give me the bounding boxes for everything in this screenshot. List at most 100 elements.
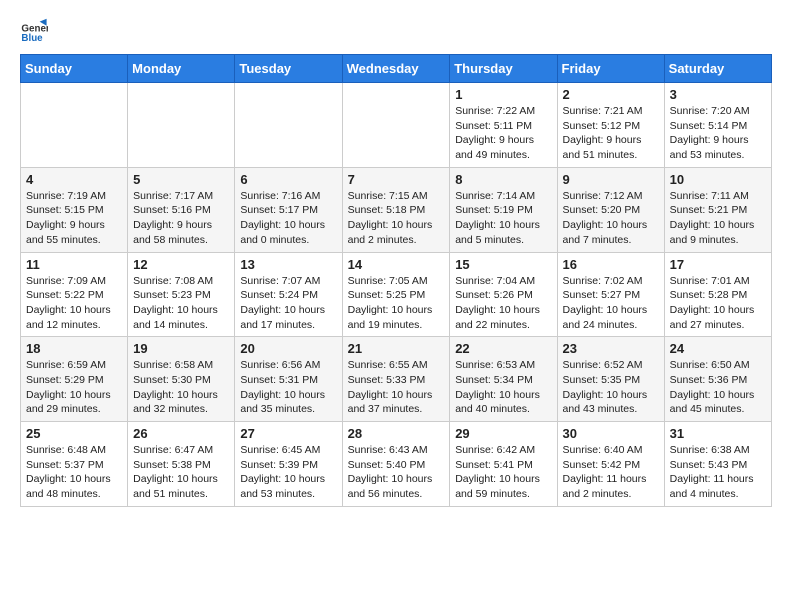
day-info: Sunrise: 6:56 AM Sunset: 5:31 PM Dayligh… (240, 358, 336, 417)
calendar-cell: 15 Sunrise: 7:04 AM Sunset: 5:26 PM Dayli… (450, 252, 557, 337)
day-info: Sunrise: 7:20 AM Sunset: 5:14 PM Dayligh… (670, 104, 766, 163)
calendar-cell: 10 Sunrise: 7:11 AM Sunset: 5:21 PM Dayli… (664, 167, 771, 252)
day-info: Sunrise: 6:48 AM Sunset: 5:37 PM Dayligh… (26, 443, 122, 502)
day-number: 27 (240, 426, 336, 441)
calendar-cell (128, 83, 235, 168)
day-info: Sunrise: 7:11 AM Sunset: 5:21 PM Dayligh… (670, 189, 766, 248)
day-info: Sunrise: 7:08 AM Sunset: 5:23 PM Dayligh… (133, 274, 229, 333)
day-number: 9 (563, 172, 659, 187)
calendar-cell: 24 Sunrise: 6:50 AM Sunset: 5:36 PM Dayli… (664, 337, 771, 422)
header-day-wednesday: Wednesday (342, 55, 450, 83)
day-number: 8 (455, 172, 551, 187)
logo-icon: General Blue (20, 16, 48, 44)
day-number: 24 (670, 341, 766, 356)
calendar-cell: 19Sunrise: 6:58 AM Sunset: 5:30 PM Dayli… (128, 337, 235, 422)
calendar-cell: 20 Sunrise: 6:56 AM Sunset: 5:31 PM Dayli… (235, 337, 342, 422)
calendar-cell (235, 83, 342, 168)
logo: General Blue (20, 16, 48, 44)
calendar-cell: 7 Sunrise: 7:15 AM Sunset: 5:18 PM Daylig… (342, 167, 450, 252)
day-info: Sunrise: 6:43 AM Sunset: 5:40 PM Dayligh… (348, 443, 445, 502)
day-info: Sunrise: 7:21 AM Sunset: 5:12 PM Dayligh… (563, 104, 659, 163)
calendar-cell: 25 Sunrise: 6:48 AM Sunset: 5:37 PM Dayli… (21, 422, 128, 507)
day-info: Sunrise: 7:05 AM Sunset: 5:25 PM Dayligh… (348, 274, 445, 333)
day-number: 12 (133, 257, 229, 272)
calendar-cell: 11Sunrise: 7:09 AM Sunset: 5:22 PM Dayli… (21, 252, 128, 337)
calendar-week-3: 11Sunrise: 7:09 AM Sunset: 5:22 PM Dayli… (21, 252, 772, 337)
calendar-week-4: 18 Sunrise: 6:59 AM Sunset: 5:29 PM Dayli… (21, 337, 772, 422)
day-number: 25 (26, 426, 122, 441)
day-info: Sunrise: 7:17 AM Sunset: 5:16 PM Dayligh… (133, 189, 229, 248)
day-info: Sunrise: 6:55 AM Sunset: 5:33 PM Dayligh… (348, 358, 445, 417)
day-info: Sunrise: 7:22 AM Sunset: 5:11 PM Dayligh… (455, 104, 551, 163)
calendar-cell: 6Sunrise: 7:16 AM Sunset: 5:17 PM Daylig… (235, 167, 342, 252)
day-info: Sunrise: 6:47 AM Sunset: 5:38 PM Dayligh… (133, 443, 229, 502)
day-info: Sunrise: 6:45 AM Sunset: 5:39 PM Dayligh… (240, 443, 336, 502)
day-number: 28 (348, 426, 445, 441)
day-number: 16 (563, 257, 659, 272)
day-info: Sunrise: 7:02 AM Sunset: 5:27 PM Dayligh… (563, 274, 659, 333)
calendar-cell: 4 Sunrise: 7:19 AM Sunset: 5:15 PM Daylig… (21, 167, 128, 252)
calendar-cell: 1 Sunrise: 7:22 AM Sunset: 5:11 PM Daylig… (450, 83, 557, 168)
calendar: SundayMondayTuesdayWednesdayThursdayFrid… (20, 54, 772, 507)
calendar-cell: 31 Sunrise: 6:38 AM Sunset: 5:43 PM Dayli… (664, 422, 771, 507)
day-info: Sunrise: 6:50 AM Sunset: 5:36 PM Dayligh… (670, 358, 766, 417)
calendar-cell: 21 Sunrise: 6:55 AM Sunset: 5:33 PM Dayli… (342, 337, 450, 422)
calendar-cell (21, 83, 128, 168)
day-number: 19 (133, 341, 229, 356)
day-info: Sunrise: 7:14 AM Sunset: 5:19 PM Dayligh… (455, 189, 551, 248)
day-number: 30 (563, 426, 659, 441)
day-number: 7 (348, 172, 445, 187)
calendar-week-5: 25 Sunrise: 6:48 AM Sunset: 5:37 PM Dayli… (21, 422, 772, 507)
day-number: 23 (563, 341, 659, 356)
calendar-cell: 14 Sunrise: 7:05 AM Sunset: 5:25 PM Dayli… (342, 252, 450, 337)
calendar-cell: 9 Sunrise: 7:12 AM Sunset: 5:20 PM Daylig… (557, 167, 664, 252)
day-number: 10 (670, 172, 766, 187)
header-day-monday: Monday (128, 55, 235, 83)
calendar-week-2: 4 Sunrise: 7:19 AM Sunset: 5:15 PM Daylig… (21, 167, 772, 252)
day-number: 14 (348, 257, 445, 272)
day-info: Sunrise: 7:19 AM Sunset: 5:15 PM Dayligh… (26, 189, 122, 248)
header-day-friday: Friday (557, 55, 664, 83)
calendar-cell (342, 83, 450, 168)
day-info: Sunrise: 6:59 AM Sunset: 5:29 PM Dayligh… (26, 358, 122, 417)
day-number: 11 (26, 257, 122, 272)
day-info: Sunrise: 6:53 AM Sunset: 5:34 PM Dayligh… (455, 358, 551, 417)
day-number: 26 (133, 426, 229, 441)
header-day-thursday: Thursday (450, 55, 557, 83)
day-number: 1 (455, 87, 551, 102)
calendar-cell: 3Sunrise: 7:20 AM Sunset: 5:14 PM Daylig… (664, 83, 771, 168)
day-info: Sunrise: 6:52 AM Sunset: 5:35 PM Dayligh… (563, 358, 659, 417)
calendar-cell: 12 Sunrise: 7:08 AM Sunset: 5:23 PM Dayli… (128, 252, 235, 337)
calendar-week-1: 1 Sunrise: 7:22 AM Sunset: 5:11 PM Daylig… (21, 83, 772, 168)
header-day-tuesday: Tuesday (235, 55, 342, 83)
calendar-cell: 13Sunrise: 7:07 AM Sunset: 5:24 PM Dayli… (235, 252, 342, 337)
calendar-cell: 23 Sunrise: 6:52 AM Sunset: 5:35 PM Dayli… (557, 337, 664, 422)
calendar-header-row: SundayMondayTuesdayWednesdayThursdayFrid… (21, 55, 772, 83)
calendar-cell: 16 Sunrise: 7:02 AM Sunset: 5:27 PM Dayli… (557, 252, 664, 337)
day-number: 2 (563, 87, 659, 102)
header-day-sunday: Sunday (21, 55, 128, 83)
day-number: 21 (348, 341, 445, 356)
day-number: 22 (455, 341, 551, 356)
day-number: 31 (670, 426, 766, 441)
day-number: 20 (240, 341, 336, 356)
calendar-cell: 26 Sunrise: 6:47 AM Sunset: 5:38 PM Dayli… (128, 422, 235, 507)
day-number: 18 (26, 341, 122, 356)
day-info: Sunrise: 6:38 AM Sunset: 5:43 PM Dayligh… (670, 443, 766, 502)
day-info: Sunrise: 6:40 AM Sunset: 5:42 PM Dayligh… (563, 443, 659, 502)
day-info: Sunrise: 7:15 AM Sunset: 5:18 PM Dayligh… (348, 189, 445, 248)
calendar-cell: 18 Sunrise: 6:59 AM Sunset: 5:29 PM Dayli… (21, 337, 128, 422)
header-day-saturday: Saturday (664, 55, 771, 83)
calendar-cell: 17Sunrise: 7:01 AM Sunset: 5:28 PM Dayli… (664, 252, 771, 337)
header: General Blue (20, 16, 772, 44)
day-number: 15 (455, 257, 551, 272)
calendar-cell: 29 Sunrise: 6:42 AM Sunset: 5:41 PM Dayli… (450, 422, 557, 507)
day-number: 4 (26, 172, 122, 187)
calendar-cell: 28 Sunrise: 6:43 AM Sunset: 5:40 PM Dayli… (342, 422, 450, 507)
day-info: Sunrise: 7:04 AM Sunset: 5:26 PM Dayligh… (455, 274, 551, 333)
day-number: 29 (455, 426, 551, 441)
day-info: Sunrise: 6:42 AM Sunset: 5:41 PM Dayligh… (455, 443, 551, 502)
calendar-cell: 22 Sunrise: 6:53 AM Sunset: 5:34 PM Dayli… (450, 337, 557, 422)
day-info: Sunrise: 7:12 AM Sunset: 5:20 PM Dayligh… (563, 189, 659, 248)
day-number: 13 (240, 257, 336, 272)
